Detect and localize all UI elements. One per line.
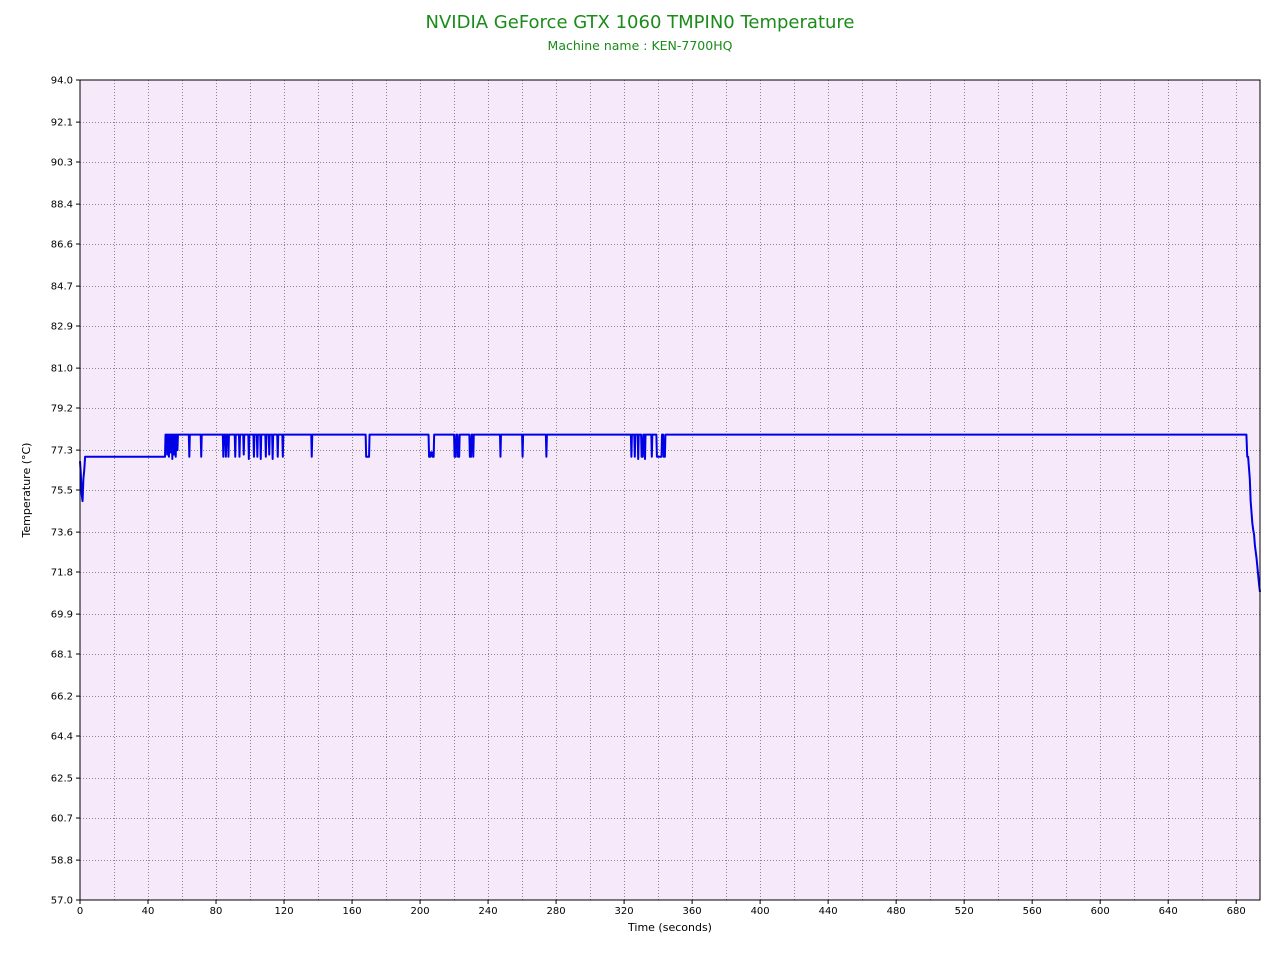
y-axis: 57.0 58.8 60.7 62.5 64.4 66.2 68.1 69.9 71.8 73.6… [51,76,80,907]
x-tick-label: 280 [547,906,566,917]
x-tick-label: 640 [1159,906,1178,917]
y-tick-label: 82.9 [51,322,73,333]
x-tick-label: 400 [751,906,770,917]
y-tick-label: 58.8 [51,856,73,867]
x-tick-label: 80 [210,906,223,917]
x-tick-label: 600 [1091,906,1110,917]
x-tick-label: 200 [411,906,430,917]
x-axis-label: Time (seconds) [627,921,712,934]
y-tick-label: 68.1 [51,650,73,661]
x-tick-label: 0 [77,906,83,917]
y-tick-label: 90.3 [51,158,73,169]
y-tick-label: 73.6 [51,528,73,539]
y-tick-label: 64.4 [51,732,73,743]
y-tick-label: 84.7 [51,282,73,293]
x-tick-label: 40 [142,906,155,917]
x-tick-label: 480 [887,906,906,917]
y-tick-label: 86.6 [51,240,73,251]
y-tick-label: 57.0 [51,896,73,907]
x-tick-label: 440 [819,906,838,917]
x-tick-label: 160 [342,906,361,917]
x-tick-label: 560 [1023,906,1042,917]
y-axis-label: Temperature (°C) [20,443,33,539]
x-tick-label: 240 [479,906,498,917]
y-tick-label: 69.9 [51,610,73,621]
y-tick-label: 60.7 [51,814,73,825]
y-tick-label: 62.5 [51,774,73,785]
temperature-chart: 57.0 58.8 60.7 62.5 64.4 66.2 68.1 69.9 71.8 73.6… [20,76,1261,934]
x-tick-label: 520 [955,906,974,917]
x-tick-label: 680 [1227,906,1246,917]
x-tick-label: 320 [615,906,634,917]
y-tick-label: 88.4 [51,200,73,211]
y-tick-label: 92.1 [51,118,73,129]
y-tick-label: 79.2 [51,404,73,415]
y-tick-label: 71.8 [51,568,73,579]
y-tick-label: 66.2 [51,692,73,703]
y-tick-label: 77.3 [51,446,73,457]
x-tick-label: 120 [274,906,293,917]
x-tick-label: 360 [683,906,702,917]
y-tick-label: 94.0 [51,76,73,87]
y-tick-label: 75.5 [51,486,73,497]
x-axis: 0 40 80 120 160 200 240 280 320 360 400 440 480 520 56… [77,900,1246,917]
y-tick-label: 81.0 [51,364,73,375]
